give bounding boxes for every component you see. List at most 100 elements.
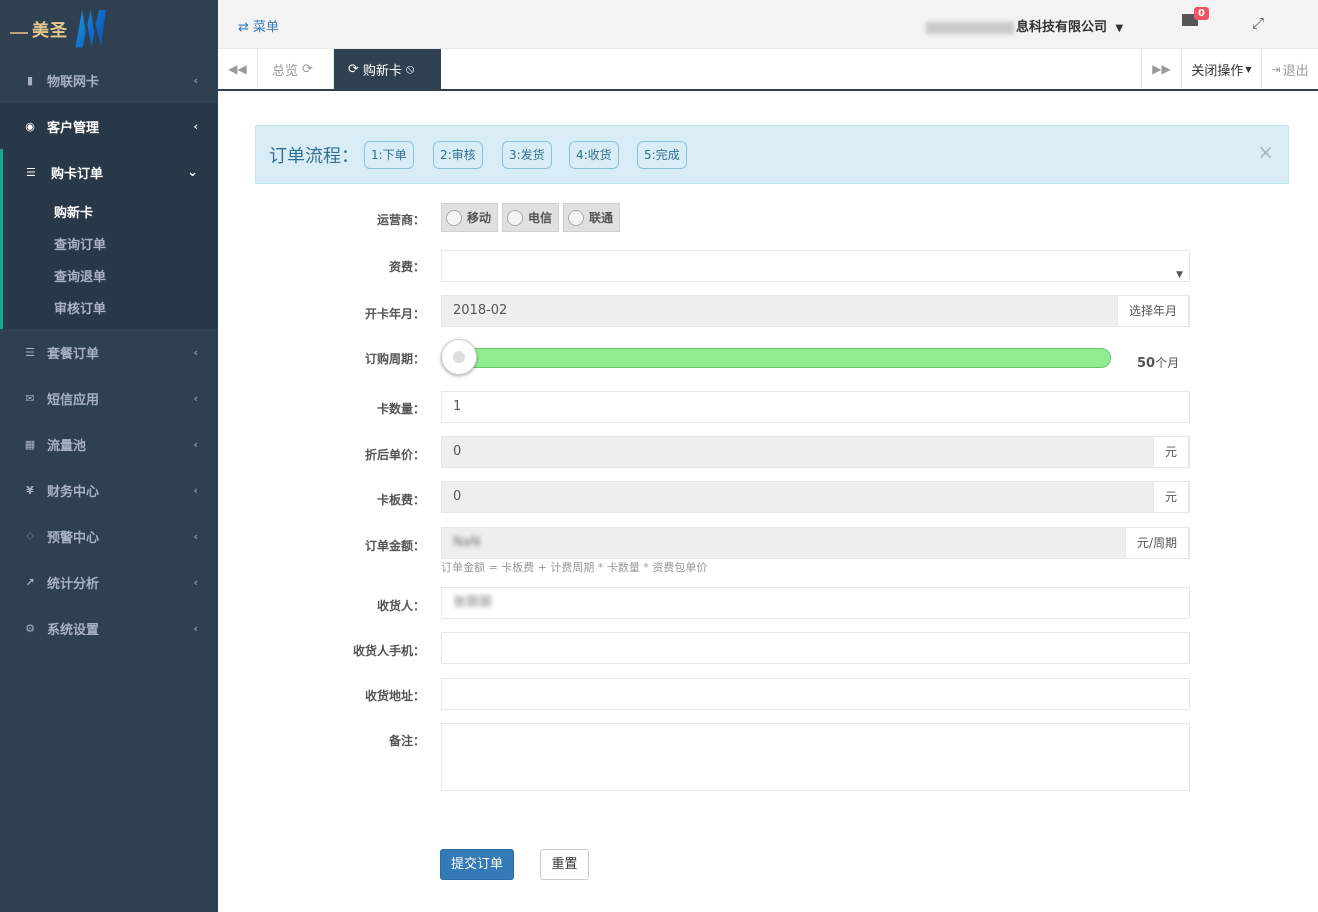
quantity-input[interactable]: 1 [441,391,1190,423]
sidebar-item-customer[interactable]: ◉ 客户管理 ‹ [0,103,218,149]
sidebar-item-sms[interactable]: ✉ 短信应用 ‹ [0,375,218,421]
sidebar-item-label: 物联网卡 [47,74,100,90]
tabs-scroll-left-button[interactable]: ◀◀ [218,49,258,89]
card-fee-addon: 元 [1152,481,1189,513]
tab-label: 购新卡 [362,63,402,79]
submenu-link-query-refunds[interactable]: 查询退单 [3,259,218,291]
radio-label: 联通 [589,211,614,225]
receiver-value: 张丽丽 [453,595,493,610]
carrier-radio-unicom[interactable]: 联通 [563,203,621,232]
unit-price-value: 0 [453,444,462,459]
gear-icon: ⚙ [25,621,35,635]
caret-down-icon: ▼ [1115,23,1124,34]
card-fee-input[interactable]: 0 元 [441,481,1190,513]
sidebar-item-iot-card[interactable]: ▮ 物联网卡 ‹ [0,57,218,103]
submit-order-button[interactable]: 提交订单 [440,849,514,880]
sidebar-item-finance[interactable]: ¥ 财务中心 ‹ [0,467,218,513]
chevron-left-icon: ‹ [193,119,198,133]
unit-price-input[interactable]: 0 元 [441,436,1190,468]
remark-textarea[interactable] [441,723,1190,791]
forward-icon: ▶▶ [1152,62,1171,76]
sidebar-item-card-orders[interactable]: ☰ 购卡订单 ⌄ [3,149,218,195]
tab-label: 总览 [272,63,299,79]
grid-icon: ▦ [24,437,36,451]
order-flow-alert: 订单流程： 1:下单 2:审核 3:发货 4:收货 5:完成 × [255,125,1289,184]
sidebar-item-settings[interactable]: ⚙ 系统设置 ‹ [0,605,218,651]
refresh-icon[interactable]: ⟳ [348,62,359,77]
order-flow-title: 订单流程： [269,146,359,167]
logo-mark-icon [75,9,106,48]
close-operations-label: 关闭操作 [1191,63,1244,79]
reset-button[interactable]: 重置 [540,849,589,880]
receiver-input[interactable]: 张丽丽 [441,587,1190,619]
sidebar-item-statistics[interactable]: ↗ 统计分析 ‹ [0,559,218,605]
flow-step: 2:审核 [433,141,483,169]
receiver-phone-label: 收货人手机： [352,644,425,658]
sidebar-item-label: 客户管理 [47,120,100,136]
list-icon: ☰ [26,165,36,179]
logout-button[interactable]: ⇥ 退出 [1261,49,1318,89]
logo-line [10,31,28,34]
messages-button[interactable]: 0 [1182,7,1209,30]
bell-icon: ♢ [25,529,35,543]
sidebar-item-label: 统计分析 [47,576,100,592]
carrier-label: 运营商： [376,213,425,227]
unit-price-label: 折后单价： [364,448,425,462]
yen-icon: ¥ [26,483,34,497]
period-value: 50个月 [1137,354,1179,371]
menu-toggle-label: 菜单 [253,20,280,35]
tab-new-card[interactable]: ⟳ 购新卡 ⦸ [334,49,441,89]
radio-circle [568,209,585,226]
envelope-icon: ✉ [25,391,35,405]
close-icon[interactable]: × [1257,140,1274,164]
carrier-radio-mobile[interactable]: 移动 [441,203,499,232]
choose-month-button[interactable]: 选择年月 [1116,295,1189,327]
flow-step: 4:收货 [569,141,619,169]
chevron-left-icon: ‹ [193,575,198,589]
period-unit: 个月 [1155,356,1180,370]
receiver-label: 收货人： [376,599,425,613]
submenu-link-query-orders[interactable]: 查询订单 [3,227,218,259]
open-month-value: 2018-02 [453,303,508,318]
sidebar-item-label: 流量池 [47,438,87,454]
refresh-icon[interactable]: ⟳ [302,62,313,77]
tabs-scroll-right-button[interactable]: ▶▶ [1141,49,1181,89]
sidebar-item-label: 短信应用 [47,392,100,408]
open-month-input[interactable]: 2018-02 选择年月 [441,295,1190,327]
company-name-redacted [926,21,1014,34]
card-fee-value: 0 [453,489,462,504]
receiver-phone-input[interactable] [441,632,1190,664]
period-slider-handle[interactable] [441,339,477,375]
submenu-link-review-orders[interactable]: 审核订单 [3,291,218,323]
tabs-bar: ◀◀ 总览 ⟳ ⟳ 购新卡 ⦸ ▶▶ 关闭操作 ▼ ⇥ 退出 [218,49,1318,91]
logo-text: 美圣 [32,21,68,41]
list-icon: ☰ [25,345,35,359]
menu-toggle-button[interactable]: ⇄ 菜单 [238,16,279,35]
logo[interactable]: 美圣 [0,0,218,57]
open-month-label: 开卡年月： [364,307,425,321]
submenu-link-new-card[interactable]: 购新卡 [3,195,218,227]
chevron-left-icon: ‹ [193,345,198,359]
chevron-left-icon: ‹ [193,621,198,635]
tariff-select[interactable]: ▼ [441,250,1190,282]
order-amount-input[interactable]: NaN 元/周期 [441,527,1190,559]
period-slider-track[interactable] [441,348,1111,368]
period-number: 50 [1137,356,1156,371]
sidebar-item-package-orders[interactable]: ☰ 套餐订单 ‹ [0,329,218,375]
close-operations-dropdown[interactable]: 关闭操作 ▼ [1181,49,1261,89]
tariff-label: 资费： [388,260,425,274]
quantity-value: 1 [453,399,462,414]
sidebar-item-alerts[interactable]: ♢ 预警中心 ‹ [0,513,218,559]
order-amount-value: NaN [453,535,481,550]
fullscreen-button[interactable]: ⤢ [1252,14,1264,32]
sidebar-item-traffic-pool[interactable]: ▦ 流量池 ‹ [0,421,218,467]
close-circle-icon[interactable]: ⦸ [406,62,414,77]
tab-overview[interactable]: 总览 ⟳ [258,49,334,89]
flow-step: 3:发货 [502,141,552,169]
chevron-left-icon: ‹ [193,529,198,543]
company-dropdown[interactable]: 息科技有限公司 ▼ [926,16,1123,35]
chevron-left-icon: ‹ [193,483,198,497]
address-input[interactable] [441,678,1190,710]
carrier-radio-telecom[interactable]: 电信 [502,203,560,232]
line-chart-icon: ↗ [25,575,35,589]
